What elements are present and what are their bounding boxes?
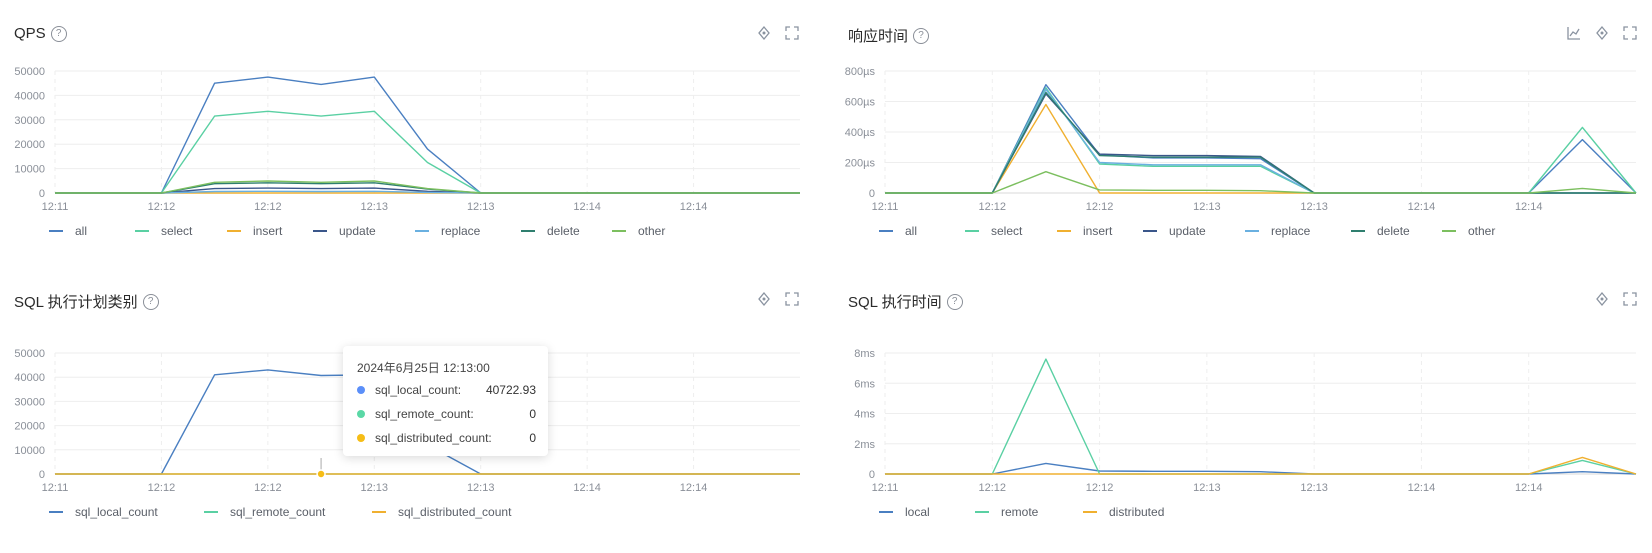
chart-tooltip: 2024年6月25日 12:13:00 sql_local_count: 407… (343, 346, 548, 456)
y-tick-label: 0 (869, 469, 875, 481)
tooltip-dot (357, 386, 365, 394)
y-tick-label: 2ms (854, 439, 875, 451)
legend-item: distributed (1109, 505, 1164, 519)
y-tick-label: 8ms (854, 348, 875, 360)
tooltip-series-name: sql_distributed_count: (375, 431, 492, 445)
tooltip-row: sql_remote_count: 0 (357, 407, 536, 421)
series-line (885, 462, 1637, 475)
y-tick-label: 6ms (854, 378, 875, 390)
tooltip-series-value: 40722.93 (485, 383, 536, 397)
tooltip-row: sql_local_count: 40722.93 (357, 383, 536, 397)
tooltip-series-name: sql_remote_count: (375, 407, 474, 421)
tooltip-dot (357, 410, 365, 418)
x-tick-label: 12:14 (1408, 482, 1436, 494)
x-tick-label: 12:13 (1193, 482, 1221, 494)
x-tick-label: 12:14 (1515, 482, 1543, 494)
tooltip-series-value: 0 (529, 407, 536, 421)
legend-item: remote (1001, 505, 1039, 519)
x-tick-label: 12:12 (979, 482, 1007, 494)
y-tick-label: 4ms (854, 409, 875, 421)
x-tick-label: 12:13 (1300, 482, 1328, 494)
series-line (885, 358, 1637, 475)
tooltip-series-value: 0 (529, 431, 536, 445)
tooltip-series-name: sql_local_count: (375, 383, 462, 397)
x-tick-label: 12:11 (872, 482, 899, 494)
legend-item: local (905, 505, 930, 519)
tooltip-row: sql_distributed_count: 0 (357, 431, 536, 445)
tooltip-dot (357, 434, 365, 442)
sql-exec-time-chart: 0 2ms 4ms 6ms 8ms 12:11 12:12 12:12 12:13 12:13 12… (854, 348, 1637, 519)
x-tick-label: 12:12 (1086, 482, 1114, 494)
tooltip-title: 2024年6月25日 12:13:00 (357, 361, 490, 375)
